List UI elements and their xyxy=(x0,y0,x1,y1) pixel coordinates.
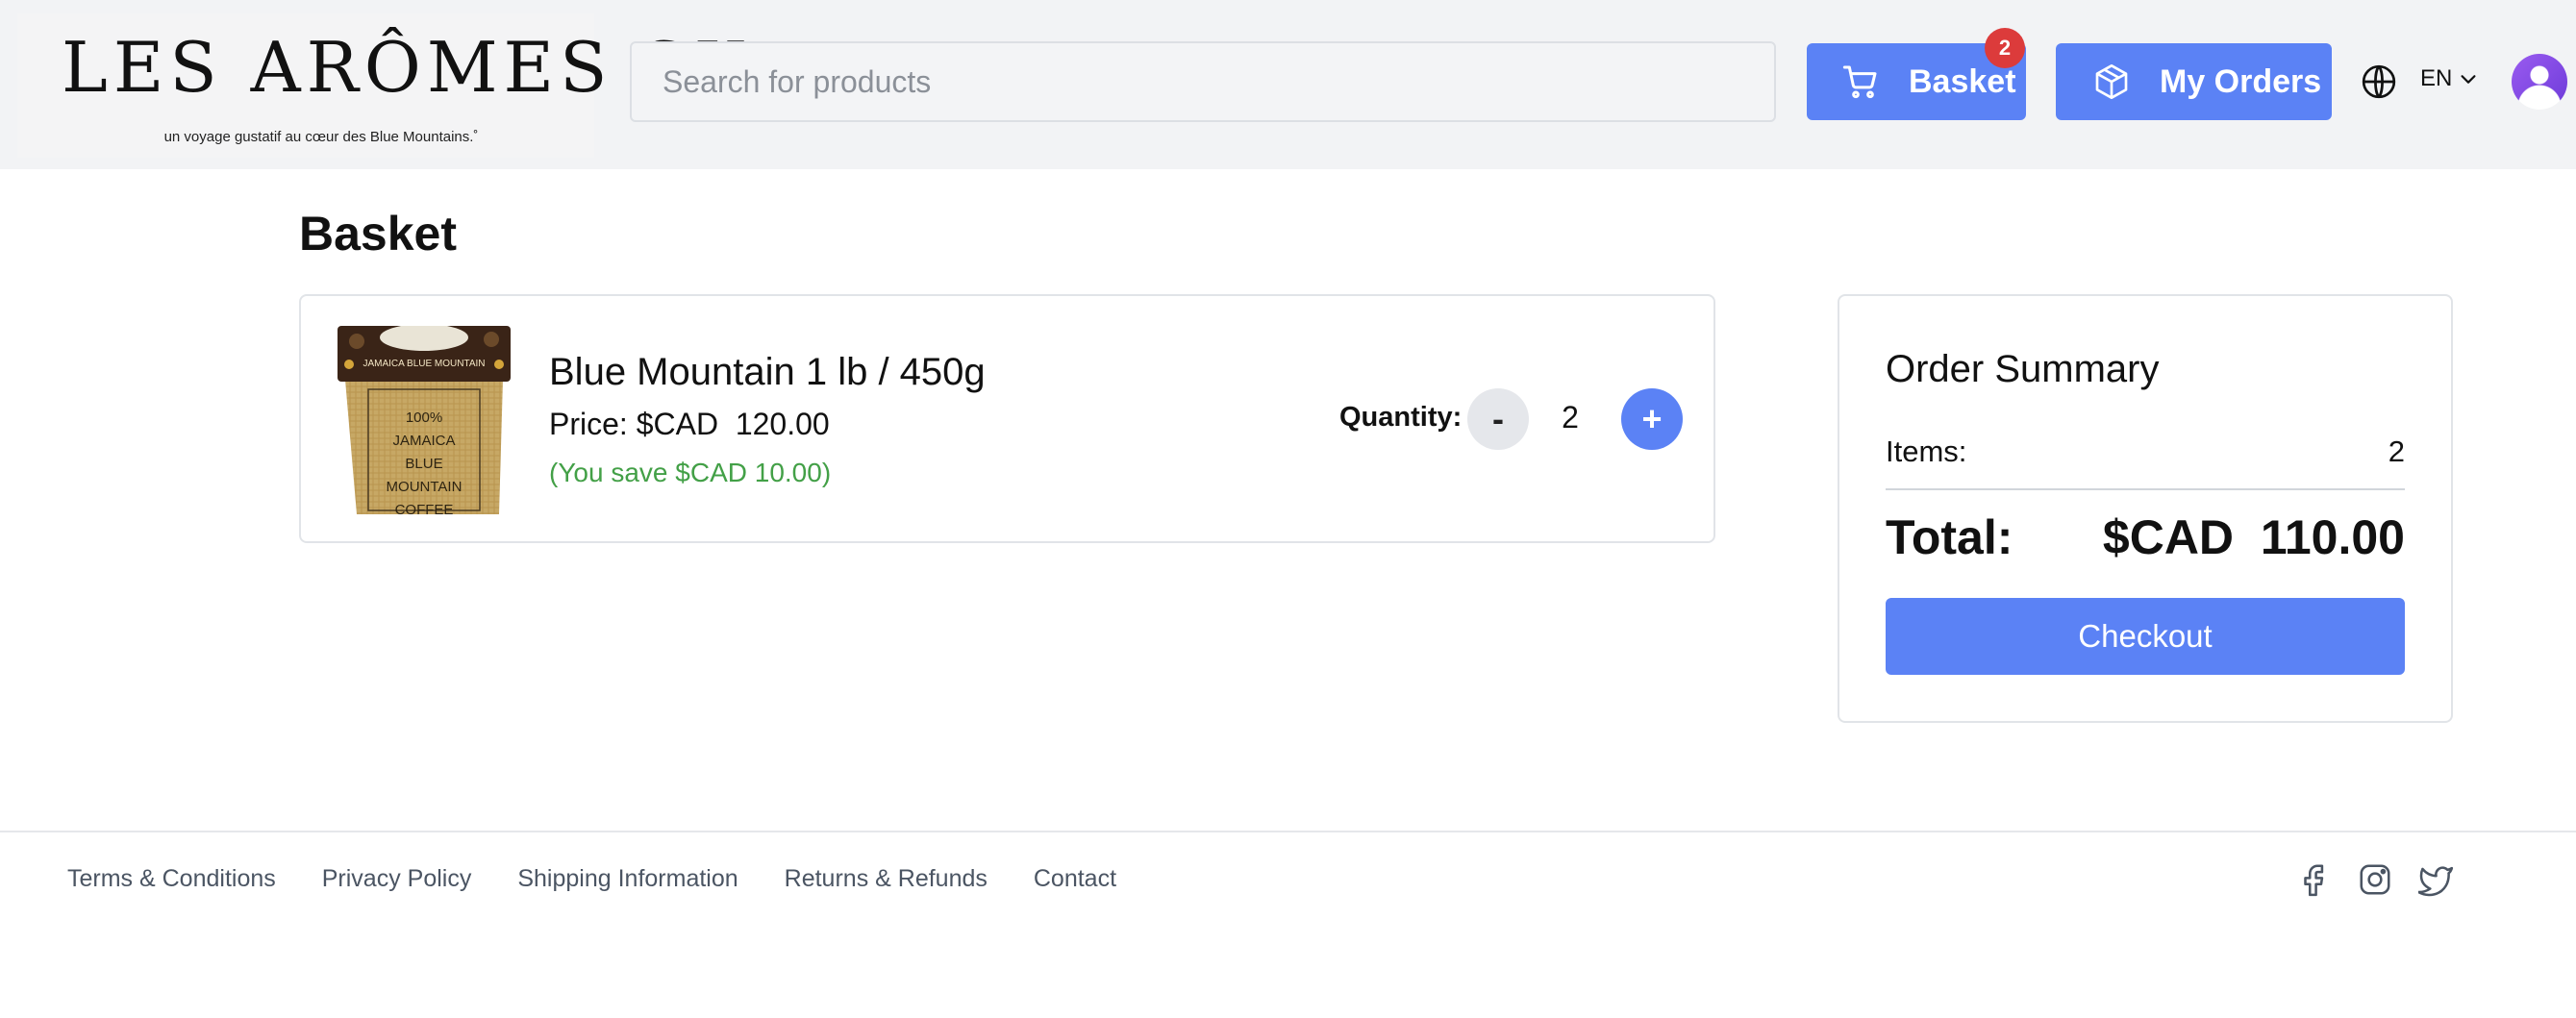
product-savings: (You save $CAD 10.00) xyxy=(549,458,832,487)
footer-divider xyxy=(0,831,2576,832)
user-avatar[interactable] xyxy=(2512,54,2567,110)
product-image-bag-text-2: JAMAICA xyxy=(392,433,455,449)
basket-item: JAMAICA BLUE MOUNTAIN 100% JAMAICA BLUE … xyxy=(299,294,1715,543)
footer-link-terms[interactable]: Terms & Conditions xyxy=(67,865,276,893)
quantity-label: Quantity: xyxy=(1339,402,1463,433)
top-header: LES ARÔMES SK un voyage gustatif au cœur… xyxy=(0,0,2576,169)
product-price: Price: $CAD 120.00 xyxy=(549,407,830,441)
basket-count-badge: 2 xyxy=(1985,28,2025,68)
order-summary: Order Summary Items: 2 Total: $CAD 110.0… xyxy=(1838,294,2453,723)
footer-link-shipping[interactable]: Shipping Information xyxy=(517,865,738,893)
footer-link-contact[interactable]: Contact xyxy=(1034,865,1116,893)
product-name: Blue Mountain 1 lb / 450g xyxy=(549,351,986,393)
order-summary-title: Order Summary xyxy=(1886,348,2160,390)
my-orders-button[interactable]: My Orders xyxy=(2056,43,2332,120)
total-label: Total: xyxy=(1886,510,2013,564)
package-icon xyxy=(2092,62,2131,101)
items-label: Items: xyxy=(1886,435,1967,468)
chevron-down-icon xyxy=(2461,75,2476,84)
cart-icon xyxy=(1841,62,1880,101)
quantity-increment-button[interactable]: + xyxy=(1621,388,1683,450)
product-image-bag-text-3: BLUE xyxy=(405,456,442,472)
twitter-icon[interactable] xyxy=(2418,861,2455,898)
facebook-icon[interactable] xyxy=(2296,861,2333,898)
brand-logo[interactable]: LES ARÔMES SK un voyage gustatif au cœur… xyxy=(17,13,752,158)
search-input[interactable] xyxy=(630,41,1776,122)
footer-links: Terms & Conditions Privacy Policy Shippi… xyxy=(67,865,1163,893)
summary-divider xyxy=(1886,488,2405,490)
quantity-value: 2 xyxy=(1562,400,1579,435)
total-value: $CAD 110.00 xyxy=(2102,510,2405,564)
page-title: Basket xyxy=(299,207,457,261)
product-image-band-text: JAMAICA BLUE MOUNTAIN xyxy=(363,359,485,369)
basket-label: Basket xyxy=(1909,62,2016,100)
footer-link-returns[interactable]: Returns & Refunds xyxy=(785,865,988,893)
my-orders-label: My Orders xyxy=(2160,62,2322,100)
quantity-decrement-button[interactable]: - xyxy=(1467,388,1529,450)
product-image[interactable]: JAMAICA BLUE MOUNTAIN 100% JAMAICA BLUE … xyxy=(336,326,513,514)
footer-link-privacy[interactable]: Privacy Policy xyxy=(322,865,472,893)
items-count: 2 xyxy=(2388,435,2405,468)
language-selector[interactable]: EN xyxy=(2420,65,2479,92)
product-image-bag-text-5: COFFEE xyxy=(395,502,454,514)
language-label: EN xyxy=(2420,65,2453,91)
instagram-icon[interactable] xyxy=(2357,861,2393,898)
brand-tagline: un voyage gustatif au cœur des Blue Moun… xyxy=(163,129,479,145)
globe-icon[interactable] xyxy=(2361,63,2397,100)
product-image-bag-text-1: 100% xyxy=(406,410,442,426)
checkout-button[interactable]: Checkout xyxy=(1886,598,2405,675)
product-image-bag-text-4: MOUNTAIN xyxy=(387,479,463,495)
brand-name: LES ARÔMES SK xyxy=(62,27,752,108)
